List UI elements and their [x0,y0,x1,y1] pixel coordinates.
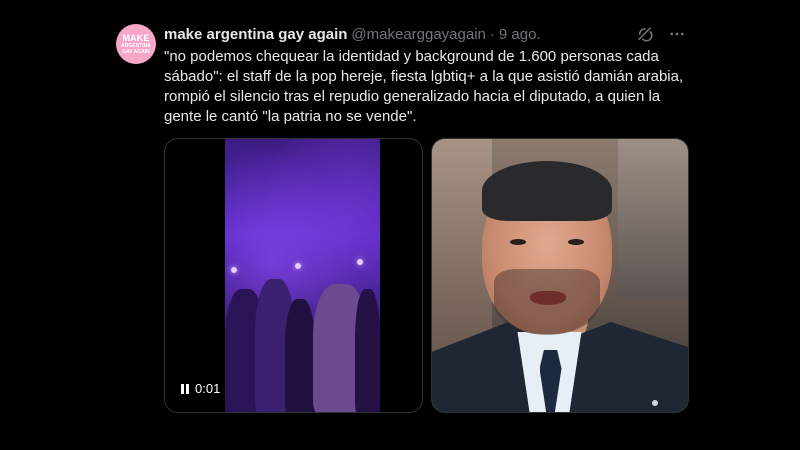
avatar-text-gay-again: GAY AGAIN [122,48,150,55]
stage-light [231,267,237,273]
grok-icon[interactable] [636,25,654,43]
video-frame[interactable] [225,139,380,412]
user-handle[interactable]: @makearggayagain [351,26,485,43]
photo-eye [567,239,584,245]
pause-icon[interactable] [181,383,189,394]
photo-hair [481,161,612,221]
stage-light [357,259,363,265]
display-name[interactable]: make argentina gay again [164,26,347,43]
video-controls[interactable]: 0:01 [181,381,220,396]
crowd-figure [285,299,315,412]
avatar[interactable]: MAKE ARGENTINA GAY AGAIN [116,24,156,64]
photo-mouth [529,291,566,305]
tweet[interactable]: MAKE ARGENTINA GAY AGAIN make argentina … [0,0,800,450]
crowd-figure [355,289,380,412]
tweet-date[interactable]: 9 ago. [499,26,541,43]
photo-eye [509,239,526,245]
video-player[interactable]: 0:01 [164,138,423,413]
media-grid: 0:01 [164,138,689,413]
tweet-header: make argentina gay again @makearggayagai… [164,24,541,44]
video-timestamp: 0:01 [195,381,221,396]
photo[interactable] [430,138,689,413]
stage-light [295,263,301,269]
separator-dot: · [489,25,495,43]
tweet-actions [636,24,686,44]
tweet-text: "no podemos chequear la identidad y back… [164,48,684,125]
lapel-pin [652,400,658,406]
more-icon[interactable] [668,25,686,43]
avatar-text-make: MAKE [122,32,150,43]
photo-background [618,139,688,299]
